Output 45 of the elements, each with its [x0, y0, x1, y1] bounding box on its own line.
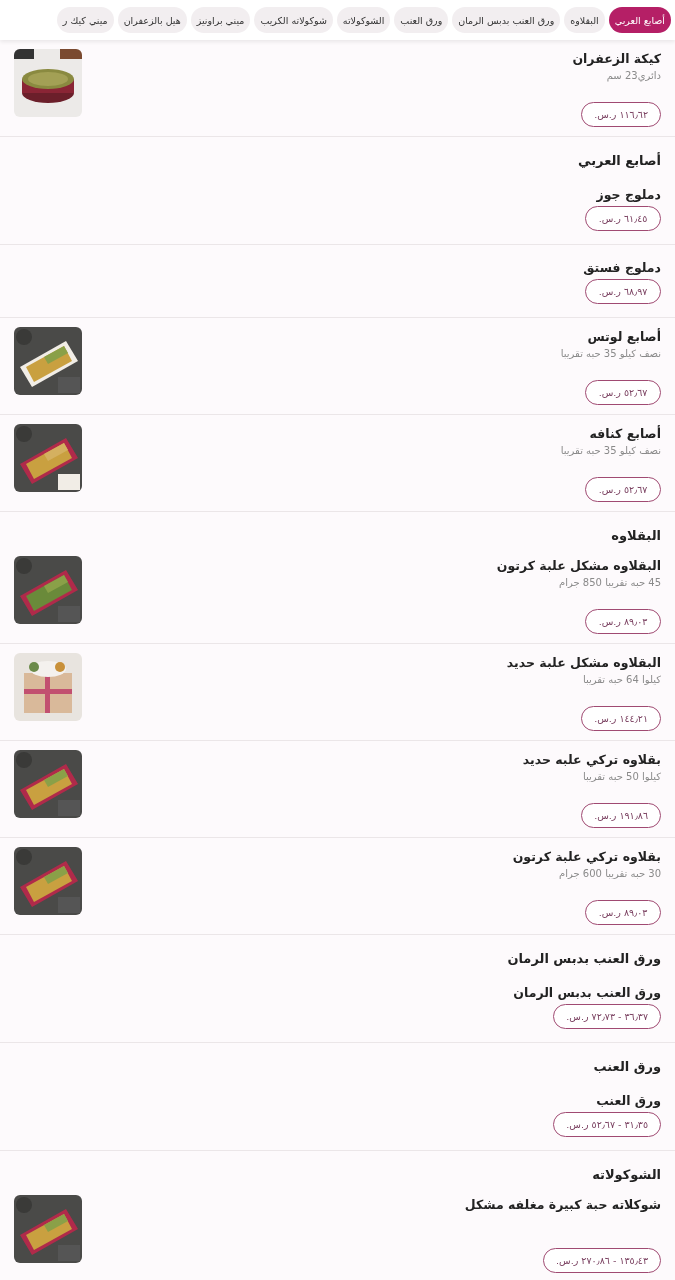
price-button[interactable]: ٥٢٫٦٧ ر.س. — [585, 477, 661, 502]
product-description: كيلوا 64 حبه تقريبا — [582, 674, 661, 685]
category-tab[interactable]: البقلاوه — [564, 7, 605, 33]
product-name: البقلاوه مشكل علبة كرتون — [496, 558, 661, 573]
product-description: دائري23 سم — [606, 70, 661, 81]
price-button[interactable]: ١٩١٫٨٦ ر.س. — [581, 803, 661, 828]
category-tab[interactable]: شوكولاته الكريب — [254, 7, 333, 33]
section-title: ورق العنب بدبس الرمان — [506, 950, 662, 968]
category-tab[interactable]: ورق العنب — [394, 7, 449, 33]
product-description: نصف كيلو 35 حبه تقريبا — [560, 348, 661, 359]
category-tab[interactable]: ميني كيك ر — [56, 7, 114, 33]
product-name: ورق العنب بدبس الرمان — [513, 985, 661, 1000]
price-button[interactable]: ١٣٥٫٤٣ - ٢٧٠٫٨٦ ر.س. — [543, 1248, 661, 1273]
category-tab[interactable]: ميني براونيز — [190, 7, 251, 33]
category-tab[interactable]: ورق العنب بدبس الرمان — [452, 7, 561, 33]
price-button[interactable]: ١٤٤٫٢١ ر.س. — [581, 706, 661, 731]
product-description: كيلوا 50 حبه تقريبا — [582, 771, 661, 782]
price-button[interactable]: ٨٩٫٠٣ ر.س. — [585, 609, 661, 634]
price-button[interactable]: ٦٨٫٩٧ ر.س. — [585, 279, 661, 304]
price-button[interactable]: ٥٢٫٦٧ ر.س. — [585, 380, 661, 405]
category-tab[interactable]: هيل بالزعفران — [117, 7, 187, 33]
price-button[interactable]: ٨٩٫٠٣ ر.س. — [585, 900, 661, 925]
product-name: كيكة الزعفران — [572, 51, 661, 66]
product-name: البقلاوه مشكل علبة حديد — [506, 655, 661, 670]
product-description: 45 حبه تقريبا 850 جرام — [559, 577, 661, 588]
price-button[interactable]: ٣٦٫٣٧ - ٧٢٫٧٣ ر.س. — [553, 1004, 661, 1029]
product-name: بقلاوه تركي علبه حديد — [522, 752, 661, 767]
category-tab[interactable]: الشوكولاته — [336, 7, 391, 33]
price-button[interactable]: ٦١٫٤٥ ر.س. — [585, 206, 661, 231]
section-title: الشوكولاته — [591, 1166, 662, 1184]
product-name: ورق العنب — [596, 1093, 661, 1108]
product-description: 30 حبه تقريبا 600 جرام — [559, 868, 661, 879]
section-title: ورق العنب — [592, 1058, 662, 1076]
product-name: أصابع كنافه — [589, 426, 661, 441]
product-name: بقلاوه تركي علبة كرتون — [512, 849, 661, 864]
category-tab[interactable]: أصابع العربي — [608, 7, 671, 33]
price-button[interactable]: ١١٦٫٦٢ ر.س. — [581, 102, 661, 127]
product-description: نصف كيلو 35 حبه تقريبا — [560, 445, 661, 456]
price-button[interactable]: ٣١٫٣٥ - ٥٢٫٦٧ ر.س. — [553, 1112, 661, 1137]
section-title: البقلاوه — [610, 527, 662, 545]
product-name: دملوج جوز — [596, 187, 661, 202]
product-name: أصابع لوتس — [587, 329, 661, 344]
section-title: أصابع العربي — [577, 151, 662, 170]
product-name: شوكلاته حبة كبيرة مغلفه مشكل — [464, 1197, 661, 1212]
product-name: دملوج فستق — [583, 260, 661, 275]
